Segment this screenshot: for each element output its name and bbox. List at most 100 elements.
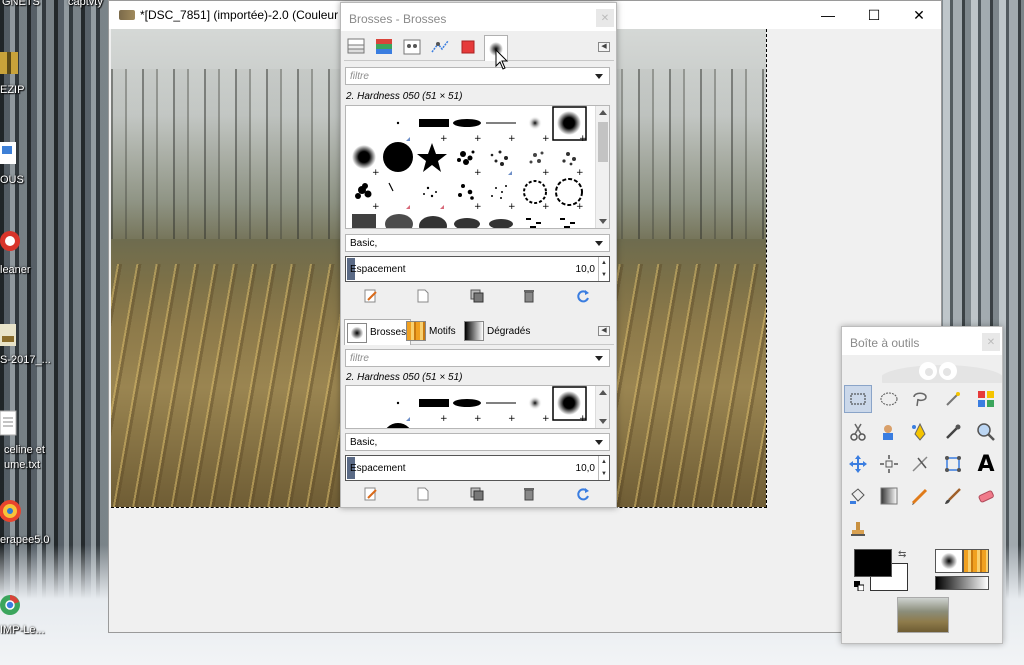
svg-text:+: + (542, 202, 550, 212)
tool-crop[interactable] (906, 450, 934, 478)
svg-text:+: + (508, 414, 516, 424)
maximize-button[interactable]: ☐ (851, 1, 897, 29)
default-colors-icon[interactable] (854, 581, 864, 591)
spacing-spin-arrows[interactable]: ▲ ▼ (598, 456, 609, 480)
refresh-brushes-button[interactable] (575, 486, 591, 502)
refresh-brushes-button[interactable] (575, 288, 591, 304)
delete-brush-button[interactable] (521, 288, 537, 304)
tool-move[interactable] (844, 450, 872, 478)
tool-color-select[interactable] (972, 385, 1000, 413)
scroll-up-icon[interactable] (599, 110, 607, 115)
tab-colormap[interactable] (456, 35, 480, 59)
scroll-down-icon[interactable] (599, 219, 607, 224)
tool-zoom[interactable] (972, 418, 1000, 446)
dock-text-tab-row: Brosses Motifs Dégradés ◀ (344, 317, 614, 345)
new-brush-button[interactable] (415, 288, 431, 304)
tool-pencil[interactable] (906, 482, 934, 510)
desktop-icon-ccleaner[interactable]: leaner (0, 228, 60, 278)
svg-text:+: + (474, 414, 482, 424)
tab-gradients[interactable]: Dégradés (462, 319, 534, 343)
toolbox-titlebar[interactable]: Boîte à outils ✕ (842, 327, 1002, 355)
tool-align[interactable] (875, 450, 903, 478)
desktop-icon-ezip[interactable]: EZIP (0, 50, 60, 100)
tool-bucket-fill[interactable] (844, 482, 872, 510)
tool-scissors[interactable] (844, 418, 872, 446)
tool-free-select[interactable] (906, 385, 934, 413)
desktop-icon-label: S-2017_... (0, 354, 51, 366)
tool-rect-select[interactable] (844, 385, 872, 413)
brush-filter-select[interactable]: filtre (345, 67, 610, 85)
tab-layers[interactable] (344, 35, 368, 59)
tool-foreground-select[interactable] (875, 418, 903, 446)
dock-tab-menu-button-2[interactable]: ◀ (598, 326, 610, 336)
tool-paintbrush[interactable] (939, 482, 967, 510)
duplicate-brush-button[interactable] (469, 288, 485, 304)
spacing-spin-arrows[interactable]: ▲ ▼ (598, 257, 609, 281)
delete-brush-icon (524, 488, 534, 501)
brushes-dock-titlebar[interactable]: Brosses - Brosses ✕ (341, 3, 616, 31)
swap-colors-icon[interactable]: ⇆ (898, 549, 910, 561)
brush-grid-scrollbar[interactable] (595, 106, 609, 228)
duplicate-brush-button[interactable] (469, 486, 485, 502)
tab-brushes-text[interactable]: Brosses (344, 319, 412, 345)
tab-channels[interactable] (372, 35, 396, 59)
close-button[interactable]: ✕ (896, 1, 942, 29)
edit-brush-button[interactable] (363, 486, 379, 502)
desktop-icon-label: erapee5.0 (0, 534, 50, 546)
delete-brush-button[interactable] (521, 486, 537, 502)
brush-preset-select-2[interactable]: Basic, (345, 433, 610, 451)
tab-undo-history[interactable] (428, 35, 452, 59)
tab-paths[interactable] (400, 35, 424, 59)
new-brush-button[interactable] (415, 486, 431, 502)
spacing-slider[interactable]: Espacement 10,0 ▲ ▼ (345, 256, 610, 282)
tool-ellipse-select[interactable] (875, 385, 903, 413)
active-image-thumbnail[interactable] (897, 597, 949, 633)
desktop-icon-ous[interactable]: OUS (0, 140, 60, 190)
gradient-icon (880, 487, 898, 505)
tool-eraser[interactable] (972, 482, 1000, 510)
edit-brush-button[interactable] (363, 288, 379, 304)
active-gradient-indicator[interactable] (935, 576, 989, 590)
desktop-icon-s2017[interactable]: S-2017_... (0, 322, 60, 372)
tool-unified-transform[interactable] (939, 450, 967, 478)
brushes-dock[interactable]: Brosses - Brosses ✕ ◀ filtre 2. Hardness… (340, 2, 617, 508)
desktop-icon-rawtherapee[interactable]: erapee5.0 (0, 498, 60, 548)
active-brush-indicator[interactable] (935, 549, 963, 573)
brush-grid[interactable]: + + + + + + + + + + + + + + (345, 105, 610, 229)
new-brush-icon (417, 487, 429, 501)
tool-clone[interactable] (844, 515, 872, 543)
foreground-color-swatch[interactable] (854, 549, 892, 577)
desktop-icon-celine-txt[interactable]: celine et ume.txt (0, 410, 60, 474)
desktop-icon-gnets[interactable]: GNETS (0, 0, 60, 14)
svg-text:+: + (576, 202, 584, 212)
scroll-up-icon[interactable] (599, 390, 607, 395)
brush-grid-2-scrollbar[interactable] (595, 386, 609, 428)
chrome-icon (0, 595, 20, 615)
tool-paths[interactable] (906, 418, 934, 446)
refresh-brushes-icon (577, 290, 589, 303)
spacing-label: Espacement (350, 264, 406, 275)
brush-preset-value: Basic, (350, 437, 378, 448)
brushes-dock-close-button[interactable]: ✕ (596, 9, 614, 27)
delete-brush-icon (524, 290, 534, 303)
tool-text[interactable]: A (972, 450, 1000, 478)
tool-fuzzy-select[interactable] (939, 385, 967, 413)
svg-text:+: + (579, 414, 587, 424)
tool-gradient[interactable] (875, 482, 903, 510)
spacing-slider-2[interactable]: Espacement 10,0 ▲ ▼ (345, 455, 610, 481)
scroll-down-icon[interactable] (599, 419, 607, 424)
scroll-thumb[interactable] (598, 122, 608, 162)
minimize-button[interactable]: — (805, 1, 851, 29)
active-pattern-indicator[interactable] (963, 549, 989, 573)
duplicate-brush-icon (470, 487, 484, 501)
toolbox-close-button[interactable]: ✕ (982, 333, 1000, 351)
dock-tab-menu-button[interactable]: ◀ (598, 42, 610, 52)
tab-patterns[interactable]: Motifs (404, 319, 460, 343)
brush-grid-2[interactable]: + + + + + (345, 385, 610, 429)
desktop-icon-gimp-le[interactable]: IMP-Le... (0, 592, 60, 642)
toolbox-window[interactable]: Boîte à outils ✕ A ⇆ (841, 326, 1003, 644)
brush-actions-2 (345, 485, 610, 503)
tool-color-picker[interactable] (939, 418, 967, 446)
brush-filter-select-2[interactable]: filtre (345, 349, 610, 367)
brush-preset-select[interactable]: Basic, (345, 234, 610, 252)
